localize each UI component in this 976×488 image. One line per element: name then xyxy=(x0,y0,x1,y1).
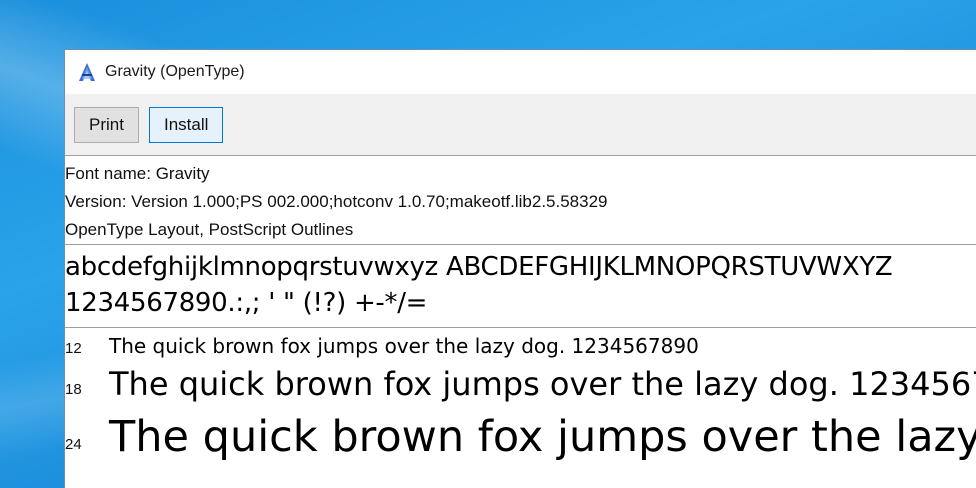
sample-row-12: 12 The quick brown fox jumps over the la… xyxy=(65,334,976,360)
character-set-preview: abcdefghijklmnopqrstuvwxyz ABCDEFGHIJKLM… xyxy=(65,245,976,328)
charset-letters: abcdefghijklmnopqrstuvwxyz ABCDEFGHIJKLM… xyxy=(65,252,893,282)
font-version: Version: Version 1.000;PS 002.000;hotcon… xyxy=(65,192,608,211)
sample-text: The quick brown fox jumps over the lazy … xyxy=(109,334,699,358)
sample-row-18: 18 The quick brown fox jumps over the la… xyxy=(65,360,976,408)
font-viewer-window: Gravity (OpenType) Print Install Font na… xyxy=(64,49,976,488)
font-info: Font name: Gravity Version: Version 1.00… xyxy=(65,156,976,245)
charset-symbols: 1234567890.:,; ' " (!?) +-*/= xyxy=(65,288,428,318)
sample-text: The quick brown fox jumps over the lazy … xyxy=(109,365,976,403)
sample-size-label: 24 xyxy=(65,435,82,453)
sample-size-label: 18 xyxy=(65,380,82,398)
font-app-icon xyxy=(79,63,95,81)
sample-row-24: 24 The quick brown fox jumps over the la… xyxy=(65,408,976,466)
sample-list: 12 The quick brown fox jumps over the la… xyxy=(65,328,976,466)
print-button[interactable]: Print xyxy=(74,106,139,143)
toolbar: Print Install xyxy=(65,94,976,156)
sample-size-label: 12 xyxy=(65,340,82,357)
font-name: Font name: Gravity xyxy=(65,164,210,183)
window-title: Gravity (OpenType) xyxy=(105,63,245,80)
install-button[interactable]: Install xyxy=(148,106,224,143)
title-bar[interactable]: Gravity (OpenType) xyxy=(65,50,976,94)
sample-text: The quick brown fox jumps over the lazy … xyxy=(109,412,976,462)
font-layout: OpenType Layout, PostScript Outlines xyxy=(65,220,354,239)
